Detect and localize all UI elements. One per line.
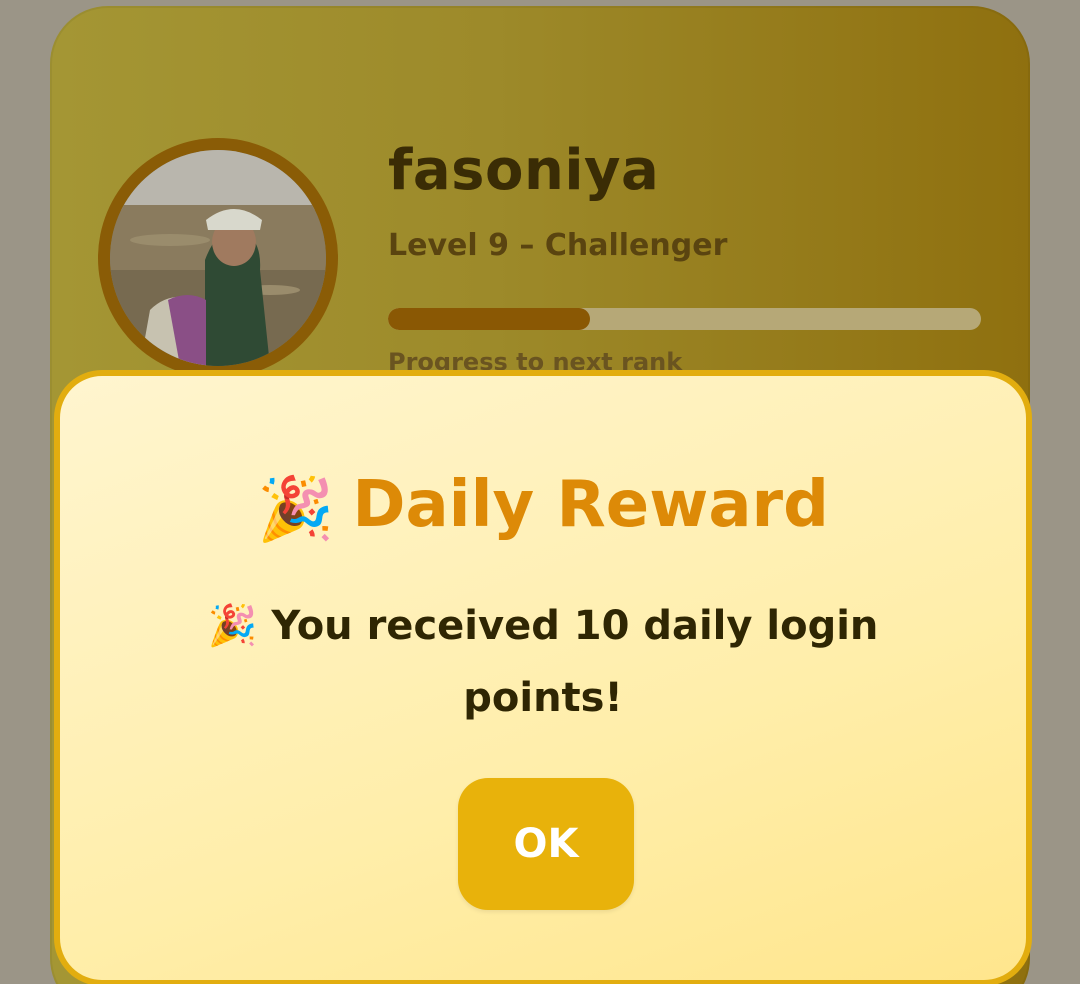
rank-progress-fill	[388, 308, 590, 330]
user-photo-icon	[110, 150, 326, 366]
avatar	[98, 138, 338, 378]
profile-screen: fasoniya Level 9 – Challenger Progress t…	[0, 0, 1080, 984]
dialog-title-text: Daily Reward	[352, 468, 829, 542]
dialog-message: 🎉 You received 10 daily login points!	[180, 590, 906, 734]
avatar-photo	[110, 150, 326, 366]
username: fasoniya	[388, 138, 660, 203]
party-popper-icon: 🎉	[257, 472, 335, 545]
level-label: Level 9 – Challenger	[388, 228, 728, 263]
dialog-title: 🎉 Daily Reward	[60, 468, 1026, 546]
rank-progress-bar	[388, 308, 981, 330]
daily-reward-dialog: 🎉 Daily Reward 🎉 You received 10 daily log…	[54, 370, 1032, 984]
ok-button[interactable]: OK	[458, 778, 634, 910]
party-popper-icon: 🎉	[207, 603, 258, 649]
dialog-message-text: You received 10 daily login points!	[271, 603, 879, 721]
